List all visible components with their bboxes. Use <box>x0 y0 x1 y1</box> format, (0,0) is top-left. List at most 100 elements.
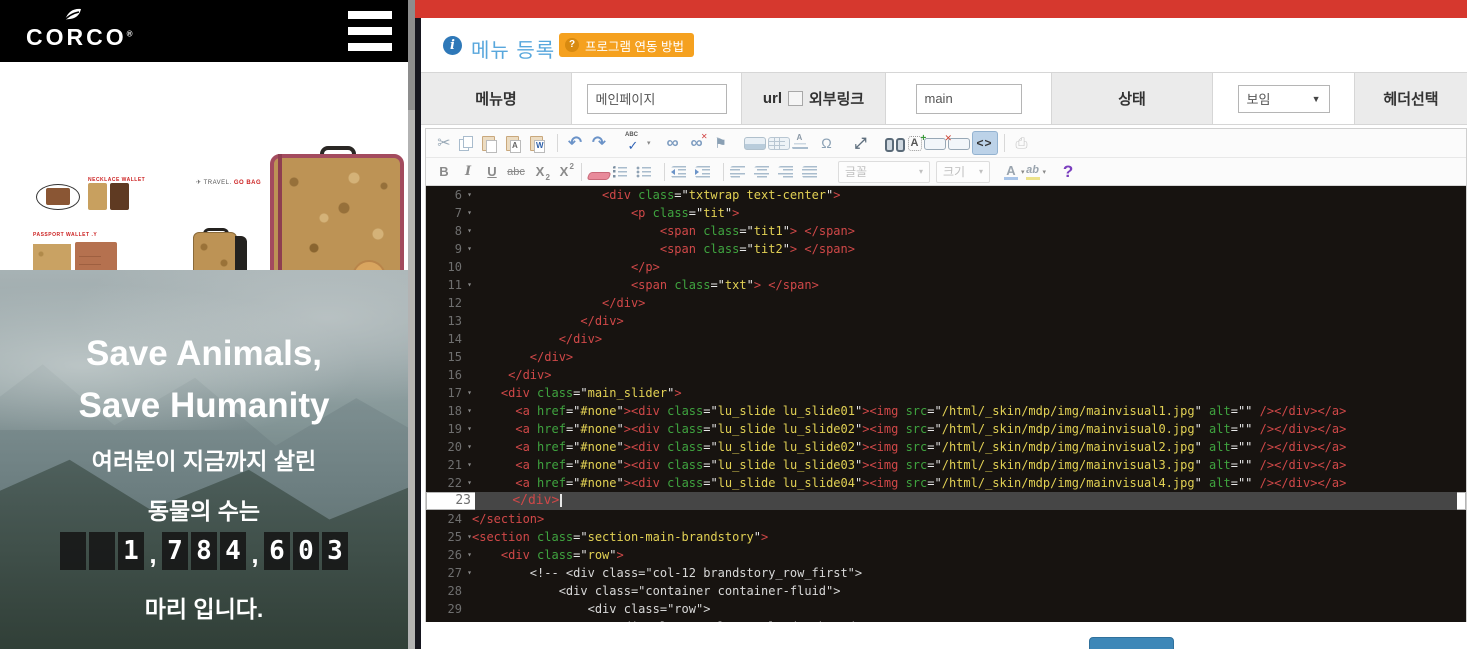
status-select[interactable]: 보임 ▼ <box>1238 85 1330 113</box>
replace-icon[interactable]: A <box>908 136 922 151</box>
special-char-icon[interactable]: Ω <box>816 131 838 155</box>
fold-arrow-icon[interactable]: ▾ <box>467 276 472 294</box>
code-line-26[interactable]: 26▾ <div class="row"> <box>426 546 1466 564</box>
align-right-icon[interactable] <box>778 166 800 178</box>
numbered-list-icon[interactable] <box>612 166 634 178</box>
preview-scrollbar[interactable] <box>408 0 415 649</box>
fold-arrow-icon[interactable]: ▾ <box>467 186 472 204</box>
code-line-15[interactable]: 15 </div> <box>426 348 1466 366</box>
code-line-6[interactable]: 6▾ <div class="txtwrap text-center"> <box>426 186 1466 204</box>
caret-icon[interactable]: ▾ <box>647 139 651 147</box>
code-line-13[interactable]: 13 </div> <box>426 312 1466 330</box>
superscript-button[interactable]: X2 <box>553 160 575 184</box>
save-button[interactable]: 저장하기 <box>1089 637 1174 649</box>
code-line-24[interactable]: 24</section> <box>426 510 1466 528</box>
code-line-10[interactable]: 10 </p> <box>426 258 1466 276</box>
fold-arrow-icon[interactable]: ▾ <box>467 222 472 240</box>
font-select[interactable]: 글꼴▾ <box>838 161 930 183</box>
corco-logo[interactable]: CORCO® <box>26 6 118 50</box>
unlink-icon[interactable]: ∞✕ <box>686 131 708 155</box>
align-center-icon[interactable] <box>754 166 776 178</box>
copy-icon[interactable] <box>457 135 479 151</box>
text-color-icon[interactable]: A <box>1004 163 1018 180</box>
bg-color-icon[interactable]: ab <box>1026 163 1040 180</box>
paste-word-icon[interactable]: W <box>529 135 551 151</box>
remove-format-icon[interactable] <box>587 172 612 180</box>
code-line-19[interactable]: 19▾ <a href="#none"><div class="lu_slide… <box>426 420 1466 438</box>
code-line-16[interactable]: 16 </div> <box>426 366 1466 384</box>
spellcheck-icon[interactable]: ✓ABC <box>622 131 644 155</box>
subscript-button[interactable]: X2 <box>529 160 551 184</box>
scrollbar-thumb[interactable] <box>408 0 415 110</box>
code-line-8[interactable]: 8▾ <span class="tit1"> </span> <box>426 222 1466 240</box>
external-link-checkbox[interactable] <box>788 91 803 106</box>
anchor-icon[interactable]: ⚑ <box>710 131 732 155</box>
code-line-11[interactable]: 11▾ <span class="txt"> </span> <box>426 276 1466 294</box>
indent-icon[interactable] <box>695 166 717 178</box>
help-icon[interactable]: ? <box>1057 160 1079 184</box>
registered-mark: ® <box>127 29 136 38</box>
redo-icon[interactable]: ↷ <box>588 131 610 155</box>
code-line-7[interactable]: 7▾ <p class="tit"> <box>426 204 1466 222</box>
code-area[interactable]: 6▾ <div class="txtwrap text-center">7▾ <… <box>426 186 1466 623</box>
url-input[interactable] <box>916 84 1022 114</box>
source-button[interactable]: <> <box>972 131 998 155</box>
align-left-icon[interactable] <box>730 166 752 178</box>
maximize-icon[interactable]: ⤢ <box>850 131 872 155</box>
strikethrough-button[interactable]: abc <box>505 160 527 184</box>
horizontal-line-icon[interactable]: A <box>792 137 814 150</box>
comment-remove-icon[interactable]: ✕ <box>948 138 970 150</box>
code-line-29[interactable]: 29 <div class="row"> <box>426 600 1466 618</box>
link-icon[interactable]: ∞ <box>662 131 684 155</box>
line-number: 8▾ <box>426 222 466 240</box>
italic-button[interactable]: I <box>457 160 479 184</box>
code-line-17[interactable]: 17▾ <div class="main_slider"> <box>426 384 1466 402</box>
hamburger-menu-icon[interactable] <box>348 11 392 51</box>
align-justify-icon[interactable] <box>802 166 824 178</box>
code-line-21[interactable]: 21▾ <a href="#none"><div class="lu_slide… <box>426 456 1466 474</box>
code-line-12[interactable]: 12 </div> <box>426 294 1466 312</box>
line-number: 29 <box>426 600 466 618</box>
cut-icon[interactable]: ✂ <box>433 131 455 155</box>
fold-arrow-icon[interactable]: ▾ <box>467 240 472 258</box>
code-line-14[interactable]: 14 </div> <box>426 330 1466 348</box>
outdent-icon[interactable] <box>671 166 693 178</box>
print-icon[interactable]: ⎙ <box>1011 131 1033 155</box>
code-line-22[interactable]: 22▾ <a href="#none"><div class="lu_slide… <box>426 474 1466 492</box>
fold-arrow-icon[interactable]: ▾ <box>467 402 472 420</box>
fold-arrow-icon[interactable]: ▾ <box>467 420 472 438</box>
undo-icon[interactable]: ↶ <box>564 131 586 155</box>
bold-button[interactable]: B <box>433 160 455 184</box>
fold-arrow-icon[interactable]: ▾ <box>467 456 472 474</box>
paste-icon[interactable] <box>481 135 503 151</box>
size-select[interactable]: 크기▾ <box>936 161 990 183</box>
paste-text-icon[interactable]: A <box>505 135 527 151</box>
code-line-18[interactable]: 18▾ <a href="#none"><div class="lu_slide… <box>426 402 1466 420</box>
code-line-27[interactable]: 27▾ <!-- <div class="col-12 brandstory_r… <box>426 564 1466 582</box>
fold-arrow-icon[interactable]: ▾ <box>467 546 472 564</box>
program-link-help-button[interactable]: ? 프로그램 연동 방법 <box>559 33 694 57</box>
code-line-20[interactable]: 20▾ <a href="#none"><div class="lu_slide… <box>426 438 1466 456</box>
comment-add-icon[interactable]: + <box>924 138 946 150</box>
fold-arrow-icon[interactable]: ▾ <box>467 474 472 492</box>
image-icon[interactable] <box>744 137 766 150</box>
fold-arrow-icon[interactable]: ▾ <box>467 528 472 546</box>
line-number: 7▾ <box>426 204 466 222</box>
fold-arrow-icon[interactable]: ▾ <box>467 204 472 222</box>
hero-count-label: 동물의 수는 <box>0 492 408 526</box>
find-icon[interactable] <box>884 136 906 151</box>
product-slider[interactable]: NECKLACE WALLET ✈ TRAVEL. GO BAG PASSPOR… <box>0 62 408 270</box>
bullet-list-icon[interactable] <box>636 166 658 178</box>
code-line-23[interactable]: 23 </div> <box>426 492 1466 510</box>
code-line-25[interactable]: 25▾<section class="section-main-brandsto… <box>426 528 1466 546</box>
table-icon[interactable] <box>768 137 790 150</box>
caret-icon[interactable]: ▾ <box>1021 168 1025 176</box>
fold-arrow-icon[interactable]: ▾ <box>467 384 472 402</box>
code-line-9[interactable]: 9▾ <span class="tit2"> </span> <box>426 240 1466 258</box>
caret-icon[interactable]: ▾ <box>1043 168 1047 176</box>
fold-arrow-icon[interactable]: ▾ <box>467 564 472 582</box>
menu-name-input[interactable] <box>587 84 727 114</box>
code-line-28[interactable]: 28 <div class="container container-fluid… <box>426 582 1466 600</box>
underline-button[interactable]: U <box>481 160 503 184</box>
fold-arrow-icon[interactable]: ▾ <box>467 438 472 456</box>
